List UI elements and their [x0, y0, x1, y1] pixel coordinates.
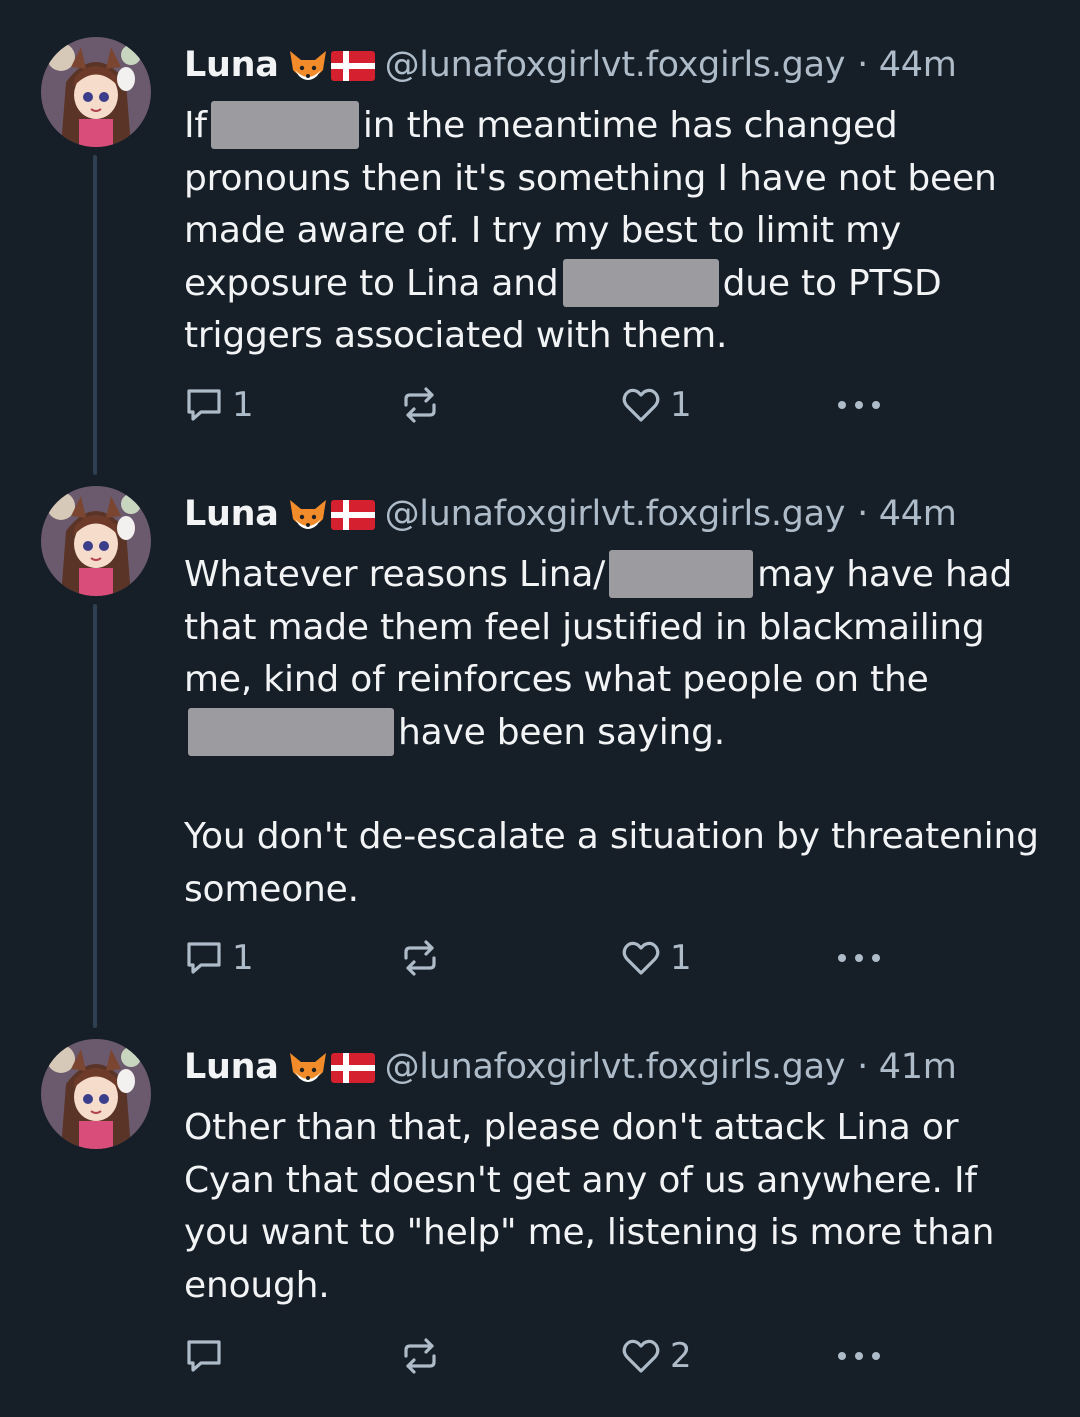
reply-icon [184, 939, 224, 977]
like-icon [620, 386, 662, 424]
reply-button[interactable]: 1 [184, 380, 254, 430]
like-button[interactable]: 2 [620, 1331, 692, 1381]
author-handle[interactable]: @lunafoxgirlvt.foxgirls.gay [385, 1047, 846, 1087]
post-timestamp[interactable]: · 44m [857, 45, 957, 85]
repost-button[interactable] [400, 933, 440, 983]
post-text-segment: have been saying. [398, 711, 726, 753]
post-timestamp[interactable]: · 41m [857, 1047, 957, 1087]
like-icon [620, 1337, 662, 1375]
post-timestamp[interactable]: · 44m [857, 494, 957, 534]
repost-icon [400, 938, 440, 978]
like-count: 1 [670, 385, 692, 425]
post-text: Other than that, please don't attack Lin… [184, 1102, 1044, 1312]
fox-emoji [287, 46, 329, 86]
more-button[interactable] [834, 933, 884, 983]
author-name[interactable]: Luna [184, 1047, 279, 1087]
thread-connector [93, 155, 97, 475]
avatar[interactable] [41, 486, 151, 596]
like-icon [620, 939, 662, 977]
avatar[interactable] [41, 37, 151, 147]
more-button[interactable] [834, 380, 884, 430]
redaction-box [210, 101, 359, 149]
post-text: If in the meantime has changed pronouns t… [184, 100, 1044, 363]
danish-flag-emoji [330, 51, 375, 81]
author-name[interactable]: Luna [184, 494, 279, 534]
reply-button[interactable]: 1 [184, 933, 254, 983]
author-handle[interactable]: @lunafoxgirlvt.foxgirls.gay [385, 494, 846, 534]
more-icon [834, 399, 884, 411]
post[interactable]: Luna @lunafoxgirlvt.foxgirls.gay · 44m Wha… [0, 486, 1080, 1031]
post-actions: 2 [184, 1331, 904, 1381]
more-button[interactable] [834, 1331, 884, 1381]
redaction-box [562, 258, 719, 307]
author-name[interactable]: Luna [184, 45, 279, 85]
author-handle[interactable]: @lunafoxgirlvt.foxgirls.gay [385, 45, 846, 85]
more-icon [834, 1350, 884, 1362]
post-thread: Luna @lunafoxgirlvt.foxgirls.gay · 44m If i… [0, 0, 1080, 1417]
like-button[interactable]: 1 [620, 380, 692, 430]
post-header: Luna @lunafoxgirlvt.foxgirls.gay · 41m [184, 1039, 957, 1095]
post-header: Luna @lunafoxgirlvt.foxgirls.gay · 44m [184, 486, 957, 542]
danish-flag-emoji [330, 1053, 375, 1083]
reply-icon [184, 386, 224, 424]
post-text-segment: Other than that, please don't attack Lin… [184, 1107, 995, 1306]
redaction-box [188, 707, 394, 756]
redaction-box [609, 550, 754, 598]
repost-button[interactable] [400, 380, 440, 430]
repost-icon [400, 385, 440, 425]
post-text-segment: Whatever reasons Lina/ [184, 554, 606, 595]
repost-icon [400, 1336, 440, 1376]
post[interactable]: Luna @lunafoxgirlvt.foxgirls.gay · 44m If i… [0, 37, 1080, 477]
like-count: 1 [670, 938, 692, 978]
fox-emoji [287, 495, 329, 535]
danish-flag-emoji [330, 500, 375, 530]
like-count: 2 [670, 1336, 692, 1376]
post-header: Luna @lunafoxgirlvt.foxgirls.gay · 44m [184, 37, 957, 93]
post-text-segment: If [184, 105, 207, 146]
avatar[interactable] [41, 1039, 151, 1149]
reply-icon [184, 1337, 224, 1375]
post-text: Whatever reasons Lina/may have had that … [184, 549, 1044, 916]
reply-button[interactable] [184, 1331, 232, 1381]
repost-button[interactable] [400, 1331, 440, 1381]
post-text-segment: You don't de-escalate a situation by thr… [184, 816, 1039, 910]
reply-count: 1 [232, 385, 254, 425]
thread-connector [93, 604, 97, 1028]
fox-emoji [287, 1048, 329, 1088]
reply-count: 1 [232, 938, 254, 978]
like-button[interactable]: 1 [620, 933, 692, 983]
more-icon [834, 952, 884, 964]
post-actions: 1 1 [184, 933, 904, 983]
post-actions: 1 1 [184, 380, 904, 430]
post[interactable]: Luna @lunafoxgirlvt.foxgirls.gay · 41m Oth… [0, 1039, 1080, 1409]
